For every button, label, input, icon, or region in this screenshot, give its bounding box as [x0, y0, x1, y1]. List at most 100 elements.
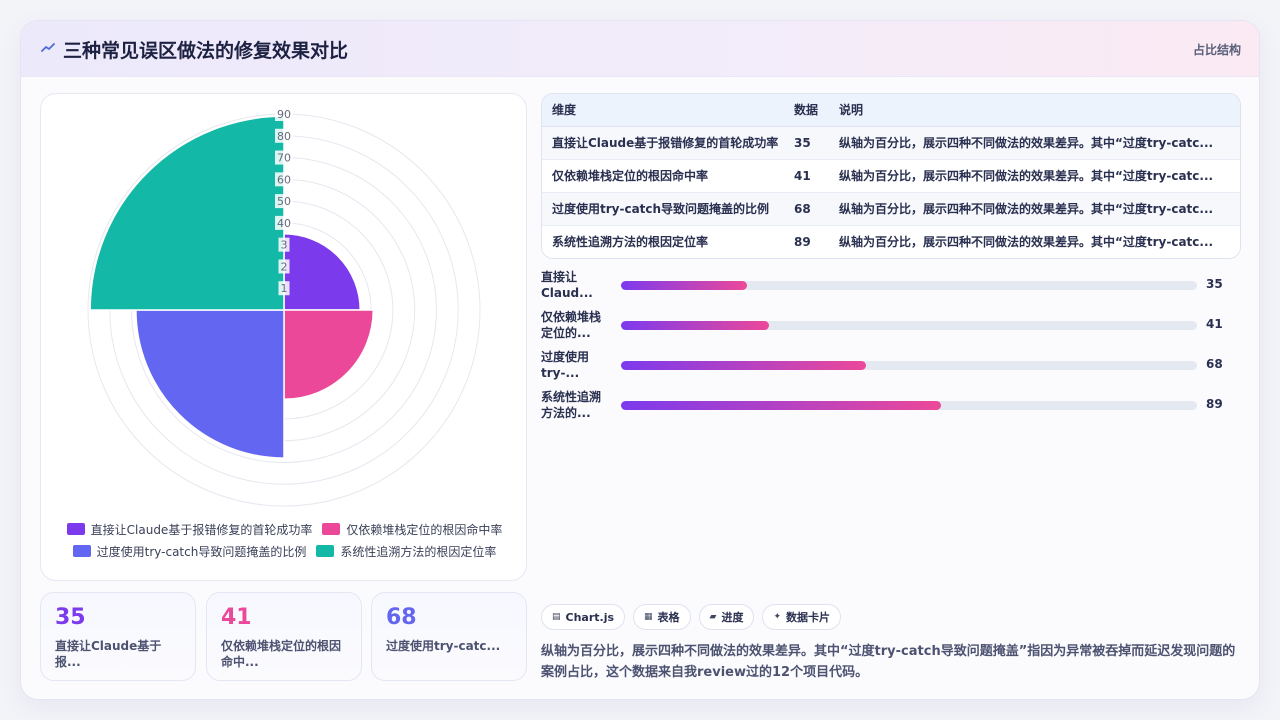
progress-label: 系统性追溯方法的...	[541, 390, 602, 420]
progress-row: 系统性追溯方法的... 89	[541, 389, 1241, 423]
progress-track	[621, 361, 1197, 370]
progress-fill	[621, 401, 942, 410]
progress-icon: ▰	[709, 612, 717, 622]
progress-track	[621, 401, 1197, 410]
polar-area-chart: 1 2 3 40 50 60 70 80 90	[87, 107, 481, 507]
progress-row: 仅依赖堆栈定位的... 41	[541, 309, 1241, 343]
progress-value: 41	[1206, 317, 1223, 331]
table-cell-note: 纵轴为百分比，展示四种不同做法的效果差异。其中“过度try-catc...	[839, 192, 1240, 226]
polar-segment	[135, 309, 285, 459]
tick-label: 80	[277, 130, 291, 143]
page-title: 三种常见误区做法的修复效果对比	[63, 40, 349, 62]
stat-card: 35 直接让Claude基于报...	[40, 592, 196, 681]
legend-swatch	[66, 523, 85, 535]
table-cell-data: 41	[794, 159, 839, 193]
legend-item[interactable]: 仅依赖堆栈定位的根因命中率	[322, 521, 502, 538]
legend-row: 直接让Claude基于报错修复的首轮成功率 仅依赖堆栈定位的根因命中率	[41, 518, 528, 540]
polar-segment	[283, 233, 361, 311]
header-bar: 三种常见误区做法的修复效果对比 占比结构	[21, 21, 1259, 77]
chart-legend: 直接让Claude基于报错修复的首轮成功率 仅依赖堆栈定位的根因命中率 过度使用…	[41, 518, 528, 570]
progress-label: 仅依赖堆栈定位的...	[541, 310, 602, 340]
progress-fill	[621, 281, 747, 290]
legend-row: 过度使用try-catch导致问题掩盖的比例 系统性追溯方法的根因定位率	[41, 540, 528, 562]
progress-fill	[621, 361, 866, 370]
polar-segment	[89, 115, 285, 311]
progress-row: 直接让Claud... 35	[541, 269, 1241, 303]
progress-value: 35	[1206, 277, 1223, 291]
table-row: 过度使用try-catch导致问题掩盖的比例 68 纵轴为百分比，展示四种不同做…	[542, 192, 1240, 226]
stat-card: 41 仅依赖堆栈定位的根因命中...	[206, 592, 362, 681]
table-cell-data: 68	[794, 192, 839, 226]
table-cell-data: 89	[794, 234, 811, 249]
tick-label: 1	[281, 282, 288, 295]
progress-label: 直接让Claud...	[541, 270, 593, 300]
stat-value: 41	[221, 605, 252, 630]
stat-value: 35	[55, 605, 86, 630]
progress-track	[621, 321, 1197, 330]
legend-swatch	[322, 523, 341, 535]
legend-item[interactable]: 过度使用try-catch导致问题掩盖的比例	[72, 543, 307, 560]
polar-chart-panel: 1 2 3 40 50 60 70 80 90 直接让Claude基于报错修复的首轮成功率 仅依…	[40, 93, 527, 581]
table-row: 仅依赖堆栈定位的根因命中率 41 纵轴为百分比，展示四种不同做法的效果差异。其中…	[542, 159, 1240, 193]
table-cell-note: 纵轴为百分比，展示四种不同做法的效果差异。其中“过度try-catc...	[839, 235, 1214, 250]
tick-label: 90	[277, 108, 291, 121]
chip-data-card[interactable]: ✦ 数据卡片	[762, 604, 842, 630]
tick-label: 70	[277, 152, 291, 165]
table-cell-dimension: 过度使用try-catch导致问题掩盖的比例	[542, 192, 794, 226]
legend-swatch	[72, 545, 91, 557]
progress-value: 89	[1206, 397, 1223, 411]
legend-item[interactable]: 系统性追溯方法的根因定位率	[316, 543, 496, 560]
chip-chartjs[interactable]: ▤ Chart.js	[541, 604, 626, 630]
table-header-row: 维度 数据 说明	[542, 94, 1240, 127]
tick-label: 40	[277, 217, 291, 230]
progress-label: 过度使用try-...	[541, 350, 590, 380]
table-cell-dimension: 直接让Claude基于报错修复的首轮成功率	[542, 126, 794, 160]
chip-label: 表格	[657, 611, 680, 624]
stat-label: 仅依赖堆栈定位的根因命中...	[221, 639, 342, 669]
legend-label: 系统性追溯方法的根因定位率	[340, 544, 497, 559]
header-tag[interactable]: 占比结构	[1193, 41, 1241, 58]
tick-label: 2	[281, 260, 288, 273]
legend-label: 过度使用try-catch导致问题掩盖的比例	[96, 544, 307, 559]
progress-list: 直接让Claud... 35 仅依赖堆栈定位的... 41 过度使用try-..…	[541, 269, 1241, 439]
table-cell-note: 纵轴为百分比，展示四种不同做法的效果差异。其中“过度try-catc...	[839, 159, 1240, 193]
chip-table[interactable]: ▦ 表格	[633, 604, 691, 630]
chip-label: Chart.js	[565, 610, 615, 624]
legend-label: 仅依赖堆栈定位的根因命中率	[346, 522, 503, 537]
line-chart-icon	[41, 43, 55, 52]
chart-description: 纵轴为百分比，展示四种不同做法的效果差异。其中“过度try-catch导致问题掩…	[541, 644, 1236, 680]
column-header-note: 说明	[839, 94, 1240, 127]
progress-fill	[621, 321, 769, 330]
tick-label: 3	[281, 239, 288, 252]
legend-label: 直接让Claude基于报错修复的首轮成功率	[90, 522, 313, 537]
stat-value: 68	[386, 605, 417, 630]
column-header-dimension: 维度	[542, 94, 794, 127]
table-icon: ▦	[644, 612, 653, 622]
table-cell-note: 纵轴为百分比，展示四种不同做法的效果差异。其中“过度try-catc...	[839, 126, 1240, 160]
legend-swatch	[316, 545, 335, 557]
chip-label: 进度	[721, 611, 744, 624]
tag-chips: ▤ Chart.js ▦ 表格 ▰ 进度 ✦ 数据卡片	[541, 604, 842, 630]
chip-label: 数据卡片	[786, 611, 831, 624]
chip-progress[interactable]: ▰ 进度	[698, 604, 755, 630]
sparkle-icon: ✦	[773, 612, 782, 622]
progress-value: 68	[1206, 357, 1223, 371]
column-header-data: 数据	[794, 94, 839, 127]
progress-row: 过度使用try-... 68	[541, 349, 1241, 383]
tick-label: 50	[277, 195, 291, 208]
table-row: 系统性追溯方法的根因定位率 89 纵轴为百分比，展示四种不同做法的效果差异。其中…	[542, 225, 1240, 258]
polar-segment	[283, 309, 375, 401]
table-cell-dimension: 系统性追溯方法的根因定位率	[552, 235, 709, 250]
stat-card: 68 过度使用try-catc...	[371, 592, 527, 681]
dashboard-card: 三种常见误区做法的修复效果对比 占比结构 1 2 3 40 50 60 70 80 90 直接让…	[20, 20, 1260, 700]
table-row: 直接让Claude基于报错修复的首轮成功率 35 纵轴为百分比，展示四种不同做法…	[542, 126, 1240, 160]
stat-label: 直接让Claude基于报...	[55, 639, 162, 669]
table-cell-data: 35	[794, 126, 839, 160]
chart-icon: ▤	[552, 612, 561, 622]
tick-label: 60	[277, 173, 291, 186]
data-table: 维度 数据 说明 直接让Claude基于报错修复的首轮成功率 35 纵轴为百分比…	[541, 93, 1241, 259]
progress-track	[621, 281, 1197, 290]
legend-item[interactable]: 直接让Claude基于报错修复的首轮成功率	[66, 521, 313, 538]
table-cell-dimension: 仅依赖堆栈定位的根因命中率	[542, 159, 794, 193]
stat-label: 过度使用try-catc...	[386, 639, 501, 653]
